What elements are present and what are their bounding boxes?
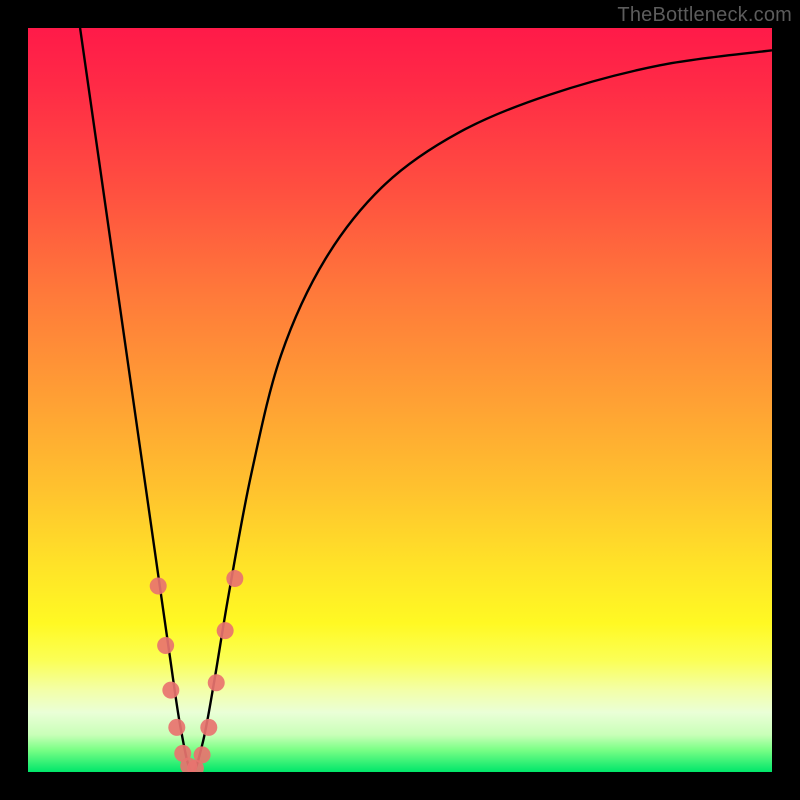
marker-dot — [194, 746, 211, 763]
marker-dot — [226, 570, 243, 587]
marker-dot — [162, 682, 179, 699]
marker-dot — [217, 622, 234, 639]
bottleneck-curve-svg — [28, 28, 772, 772]
marker-dot — [168, 719, 185, 736]
marker-dot — [157, 637, 174, 654]
bottleneck-curve — [80, 28, 772, 772]
marker-dot — [200, 719, 217, 736]
plot-area — [28, 28, 772, 772]
marker-group — [150, 570, 244, 772]
marker-dot — [208, 674, 225, 691]
marker-dot — [150, 578, 167, 595]
outer-frame: TheBottleneck.com — [0, 0, 800, 800]
watermark-text: TheBottleneck.com — [617, 4, 792, 27]
